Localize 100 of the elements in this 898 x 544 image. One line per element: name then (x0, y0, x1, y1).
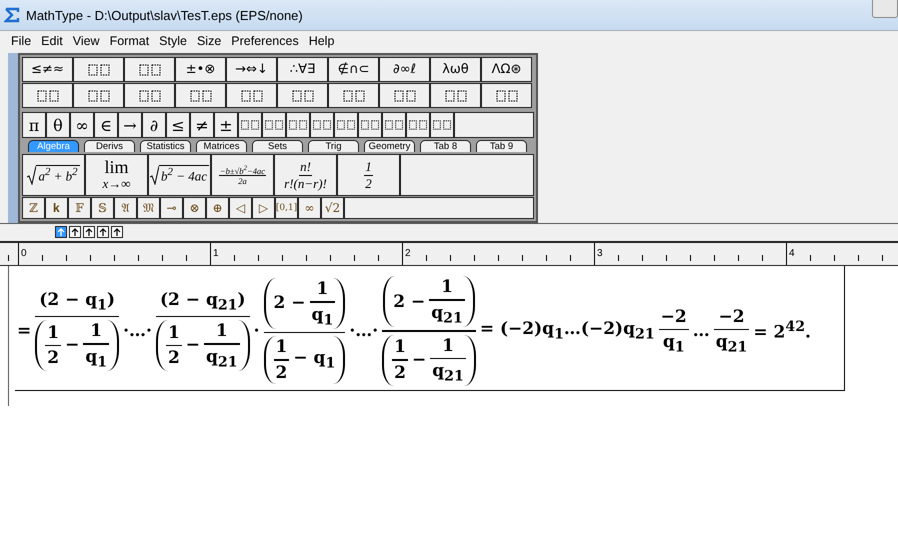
palette-button[interactable]: 𝔐 (137, 197, 160, 219)
palette-button[interactable] (430, 112, 454, 138)
palette-button[interactable]: π (22, 112, 46, 138)
palette-button[interactable] (334, 112, 358, 138)
palette-button[interactable] (262, 112, 286, 138)
template-icon (335, 118, 357, 132)
math-text: q$_{21}$ (205, 346, 239, 370)
palette-tab[interactable]: Matrices (196, 140, 247, 152)
palette-button[interactable] (175, 83, 226, 108)
palette-button[interactable] (382, 112, 406, 138)
palette-button[interactable]: ▷ (252, 197, 275, 219)
up-arrow-icon (71, 228, 79, 236)
nudge-button[interactable] (55, 226, 67, 238)
math-text: − (411, 350, 428, 370)
template-icon (311, 118, 333, 132)
palette-tab[interactable]: Tab 9 (476, 140, 527, 152)
palette-button[interactable]: ◁ (229, 197, 252, 219)
nudge-button[interactable] (97, 226, 109, 238)
palette-button[interactable] (481, 83, 532, 108)
palette-button[interactable] (226, 83, 277, 108)
palette-button[interactable] (238, 112, 262, 138)
palette-button[interactable]: →⇔↓ (226, 57, 277, 82)
nudge-button[interactable] (111, 226, 123, 238)
palette-button[interactable]: → (118, 112, 142, 138)
template-button[interactable]: n! r!(n−r)! (274, 154, 337, 196)
math-text: 1 (214, 321, 229, 341)
template-button[interactable]: 1 2 (337, 154, 400, 196)
palette-button[interactable] (430, 83, 481, 108)
palette-button[interactable] (358, 112, 382, 138)
palette-button[interactable]: λωθ (430, 57, 481, 82)
palette-button[interactable]: 𝔄 (114, 197, 137, 219)
palette-tab[interactable]: Derivs (84, 140, 135, 152)
template-icon (392, 88, 418, 102)
palette-button[interactable]: ∞ (70, 112, 94, 138)
palette-button[interactable]: ⊕ (206, 197, 229, 219)
math-text: 2 (274, 362, 288, 383)
menu-item[interactable]: File (6, 34, 36, 48)
palette-button[interactable]: 𝔽 (68, 197, 91, 219)
palette-button[interactable] (286, 112, 310, 138)
math-text: 1 (440, 277, 454, 298)
palette-button[interactable] (22, 83, 73, 108)
palette-button[interactable] (406, 112, 430, 138)
palette-button[interactable]: [0,1] (275, 197, 298, 219)
menu-item[interactable]: View (68, 34, 105, 48)
math-text: − (184, 335, 202, 356)
menu-item[interactable]: Format (104, 34, 154, 48)
palette-button[interactable]: ≤≠≈ (22, 57, 73, 82)
radical-sign-icon (150, 165, 160, 185)
palette-button[interactable]: ℤ (22, 197, 45, 219)
palette-button[interactable]: √2 (321, 197, 344, 219)
palette-button[interactable] (328, 83, 379, 108)
template-button[interactable]: −b±√b$^{2}$−4ac 2a (211, 154, 274, 196)
palette-tab[interactable]: Statistics (140, 140, 191, 152)
template-button[interactable]: lim x→∞ (85, 154, 148, 196)
palette-button[interactable]: 𝕊 (91, 197, 114, 219)
math-text: q$_{21}$ (431, 361, 465, 385)
palette-button[interactable] (73, 83, 124, 108)
palette-button[interactable] (277, 83, 328, 108)
palette-tab[interactable]: Tab 8 (420, 140, 471, 152)
palette-tab[interactable]: Geometry (364, 140, 415, 152)
palette-button[interactable]: ≠ (190, 112, 214, 138)
ruler-label: 2 (404, 248, 411, 259)
palette-tab[interactable]: Sets (252, 140, 303, 152)
palette-button[interactable]: ≤ (166, 112, 190, 138)
palette-button[interactable]: ±•⊗ (175, 57, 226, 82)
template-button[interactable]: b$^{2}$ − 4ac (148, 154, 211, 196)
menu-item[interactable]: Edit (36, 34, 68, 48)
palette-button[interactable]: ∈ (94, 112, 118, 138)
math-text: (2 − q$_{1}$) (38, 290, 116, 314)
palette-button[interactable]: ∂∞ℓ (379, 57, 430, 82)
palette-button[interactable]: ΛΩ⊛ (481, 57, 532, 82)
menu-item[interactable]: Help (304, 34, 340, 48)
palette-button[interactable] (124, 57, 175, 82)
palette-button[interactable]: ± (214, 112, 238, 138)
nudge-button[interactable] (83, 226, 95, 238)
template-icon (383, 118, 405, 132)
palette-button[interactable] (124, 83, 175, 108)
palette-button[interactable] (310, 112, 334, 138)
palette-button[interactable]: ∉∩⊂ (328, 57, 379, 82)
palette-button[interactable] (379, 83, 430, 108)
template-button[interactable]: a$^{2}$ + b$^{2}$ (22, 154, 85, 196)
math-text: −2 (718, 306, 746, 327)
nudge-button[interactable] (69, 226, 81, 238)
palette-tab[interactable]: Trig (308, 140, 359, 152)
palette-button[interactable]: ∂ (142, 112, 166, 138)
palette-button[interactable]: ⊗ (183, 197, 206, 219)
math-text: 1 (393, 337, 407, 358)
menu-item[interactable]: Style (154, 34, 192, 48)
palette-button[interactable]: ∞ (298, 197, 321, 219)
sigma-logo-icon (4, 7, 20, 23)
palette-button[interactable]: 𝐤 (45, 197, 68, 219)
math-text: 1 (166, 322, 181, 343)
palette-button[interactable]: ⊸ (160, 197, 183, 219)
menu-item[interactable]: Size (192, 34, 226, 48)
window-button[interactable] (872, 0, 898, 18)
palette-button[interactable] (73, 57, 124, 82)
menu-item[interactable]: Preferences (226, 34, 304, 48)
palette-button[interactable]: θ (46, 112, 70, 138)
palette-button[interactable]: ∴∀∃ (277, 57, 328, 82)
template-icon (263, 118, 285, 132)
